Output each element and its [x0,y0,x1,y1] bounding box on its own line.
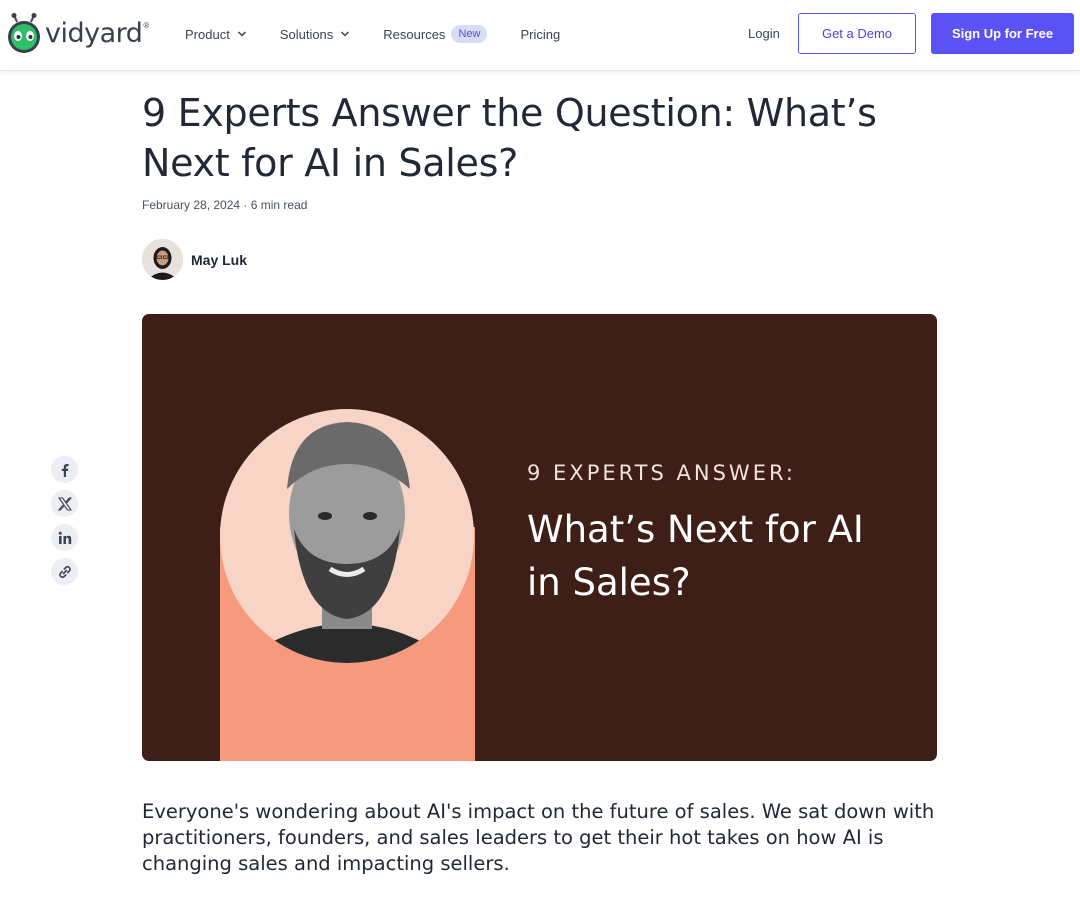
chevron-down-icon [341,31,350,37]
get-demo-button[interactable]: Get a Demo [798,13,916,54]
article-meta: February 28, 2024 · 6 min read [142,198,308,212]
facebook-icon [61,463,68,477]
nav-solutions[interactable]: Solutions [280,27,350,42]
author-byline[interactable]: May Luk [142,239,247,280]
share-rail [51,456,78,592]
new-badge: New [451,25,488,43]
copy-link-button[interactable] [51,558,78,585]
article-title: 9 Experts Answer the Question: What’s Ne… [142,91,877,185]
vidyard-logo[interactable]: vidyard ® [5,12,149,54]
nav-product-label: Product [185,26,230,42]
hero-headline: What’s Next for AI in Sales? [527,508,864,604]
nav-resources[interactable]: Resources New [383,25,488,43]
nav-resources-label: Resources [383,26,446,42]
author-avatar [142,239,183,280]
author-name: May Luk [191,251,248,268]
share-facebook-button[interactable] [51,456,78,483]
registered-mark: ® [143,20,150,30]
hero-image: 9 EXPERTS ANSWER: What’s Next for AI in … [142,314,937,761]
hero-kicker: 9 EXPERTS ANSWER: [527,461,796,485]
vidyard-robot-icon [5,13,43,53]
main-nav: Product Solutions Resources New Pricing [185,22,593,46]
logo-wordmark: vidyard [45,17,143,49]
nav-product[interactable]: Product [185,27,247,42]
x-icon [57,496,72,511]
share-linkedin-button[interactable] [51,524,78,551]
nav-solutions-label: Solutions [279,26,334,42]
share-x-button[interactable] [51,490,78,517]
linkedin-icon [58,531,71,544]
nav-pricing-label: Pricing [520,26,561,42]
site-header: vidyard ® Product Solutions Resources Ne… [0,0,1080,71]
nav-pricing[interactable]: Pricing [520,27,560,42]
login-link[interactable]: Login [748,26,780,41]
article-lede: Everyone's wondering about AI's impact o… [142,800,935,875]
signup-button[interactable]: Sign Up for Free [931,13,1074,54]
chevron-down-icon [237,31,246,37]
link-icon [58,565,71,578]
